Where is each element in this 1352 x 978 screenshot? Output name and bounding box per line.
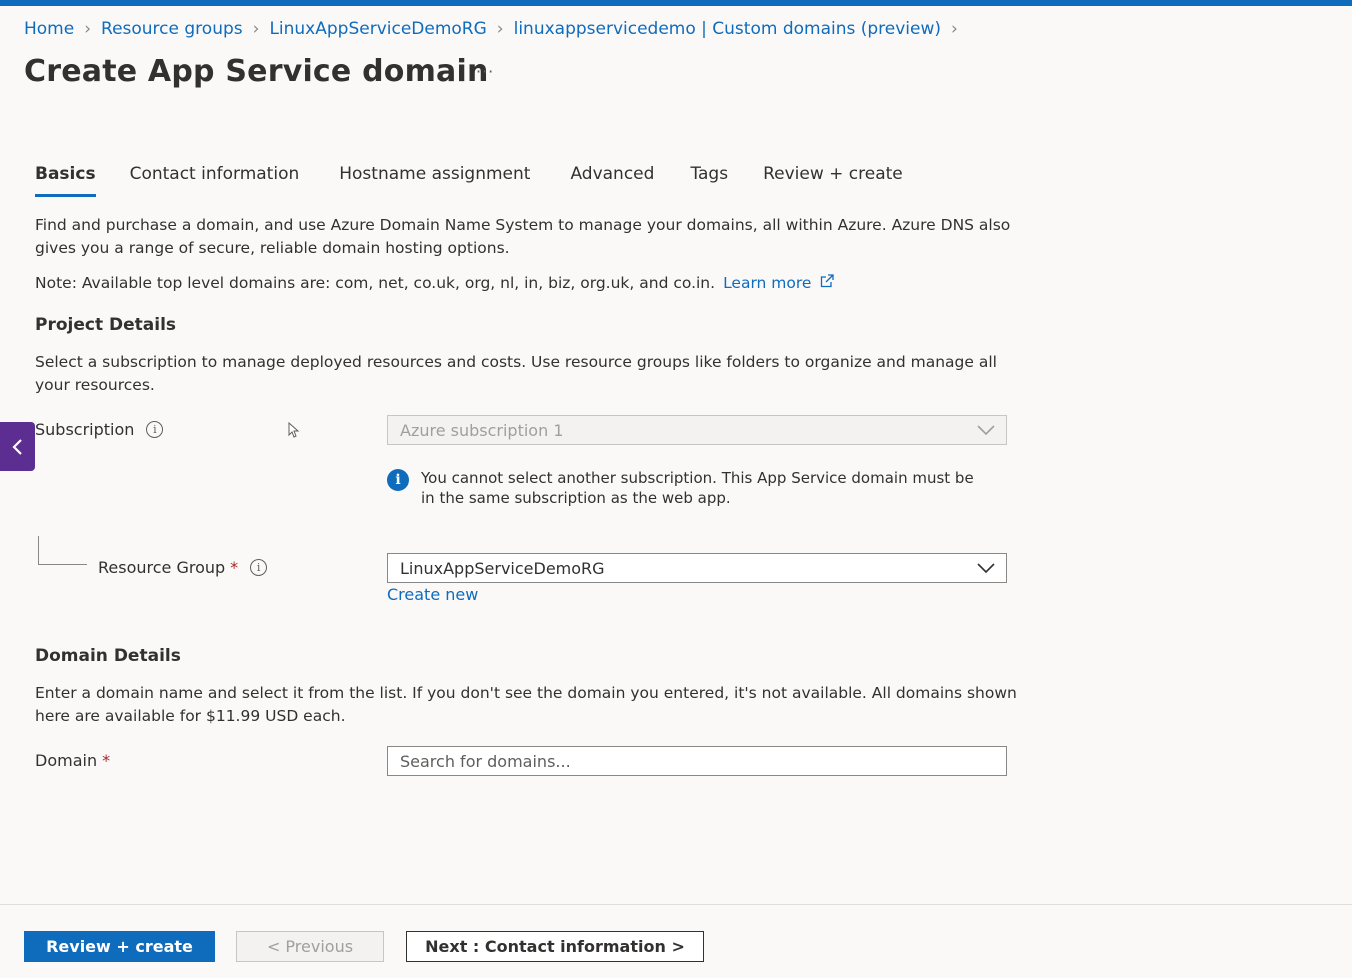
info-icon: i [387, 469, 409, 491]
tab-list: Basics Contact information Hostname assi… [35, 164, 903, 197]
project-details-description: Select a subscription to manage deployed… [35, 353, 997, 394]
subscription-value: Azure subscription 1 [400, 420, 564, 440]
intro-note-row: Note: Available top level domains are: c… [35, 272, 1025, 295]
tab-hostname-assignment[interactable]: Hostname assignment [339, 164, 530, 197]
top-accent-bar [0, 0, 1352, 6]
review-create-button[interactable]: Review + create [24, 931, 215, 962]
tab-advanced[interactable]: Advanced [570, 164, 654, 197]
previous-button[interactable]: < Previous [236, 931, 384, 962]
subscription-info-text: You cannot select another subscription. … [421, 469, 974, 507]
domain-search-input[interactable] [387, 746, 1007, 776]
subscription-label: Subscription [35, 420, 135, 439]
required-mark: * [230, 558, 239, 577]
chevron-right-icon: › [252, 19, 260, 39]
intro-description: Find and purchase a domain, and use Azur… [35, 216, 1011, 257]
tab-contact-information[interactable]: Contact information [130, 164, 300, 197]
breadcrumb-custom-domains[interactable]: linuxappservicedemo | Custom domains (pr… [514, 19, 941, 39]
chevron-down-icon [977, 563, 995, 574]
subscription-info-message: i You cannot select another subscription… [387, 468, 987, 508]
chevron-right-icon: › [951, 19, 958, 39]
breadcrumb-home[interactable]: Home [24, 19, 74, 39]
page-title: Create App Service domain [24, 54, 489, 89]
breadcrumb-resource-groups[interactable]: Resource groups [101, 19, 243, 39]
resource-group-value: LinuxAppServiceDemoRG [400, 558, 605, 578]
project-details-heading: Project Details [35, 315, 177, 335]
chevron-left-icon [11, 438, 22, 455]
mouse-cursor-icon [288, 422, 300, 438]
resource-group-label-row: Resource Group * i [98, 558, 268, 577]
learn-more-label: Learn more [723, 274, 812, 292]
chevron-right-icon: › [496, 19, 504, 39]
chevron-right-icon: › [84, 19, 92, 39]
domain-label-row: Domain * [35, 751, 110, 770]
domain-details-heading: Domain Details [35, 646, 181, 666]
subscription-label-row: Subscription i [35, 420, 164, 439]
learn-more-link[interactable]: Learn more [723, 274, 835, 292]
domain-details-description: Enter a domain name and select it from t… [35, 684, 1017, 725]
breadcrumb: Home › Resource groups › LinuxAppService… [24, 19, 968, 39]
intro-note: Note: Available top level domains are: c… [35, 274, 716, 292]
tab-tags[interactable]: Tags [690, 164, 728, 197]
resource-group-select[interactable]: LinuxAppServiceDemoRG [387, 553, 1007, 583]
more-options-icon[interactable]: ··· [476, 62, 494, 81]
required-mark: * [102, 751, 111, 770]
next-contact-information-button[interactable]: Next : Contact information > [406, 931, 704, 962]
domain-label: Domain [35, 751, 98, 770]
chevron-down-icon [977, 425, 995, 436]
resource-group-label: Resource Group [98, 558, 226, 577]
footer-divider [0, 904, 1352, 905]
tab-review-create[interactable]: Review + create [763, 164, 903, 197]
breadcrumb-resource-group[interactable]: LinuxAppServiceDemoRG [269, 19, 486, 39]
info-icon[interactable]: i [146, 421, 164, 438]
create-new-resource-group-link[interactable]: Create new [387, 585, 478, 604]
subscription-select[interactable]: Azure subscription 1 [387, 415, 1007, 445]
collapse-panel-button[interactable] [0, 422, 35, 471]
tree-connector [38, 536, 87, 565]
tab-basics[interactable]: Basics [35, 164, 96, 197]
info-icon[interactable]: i [250, 559, 268, 576]
external-link-icon [821, 274, 835, 288]
